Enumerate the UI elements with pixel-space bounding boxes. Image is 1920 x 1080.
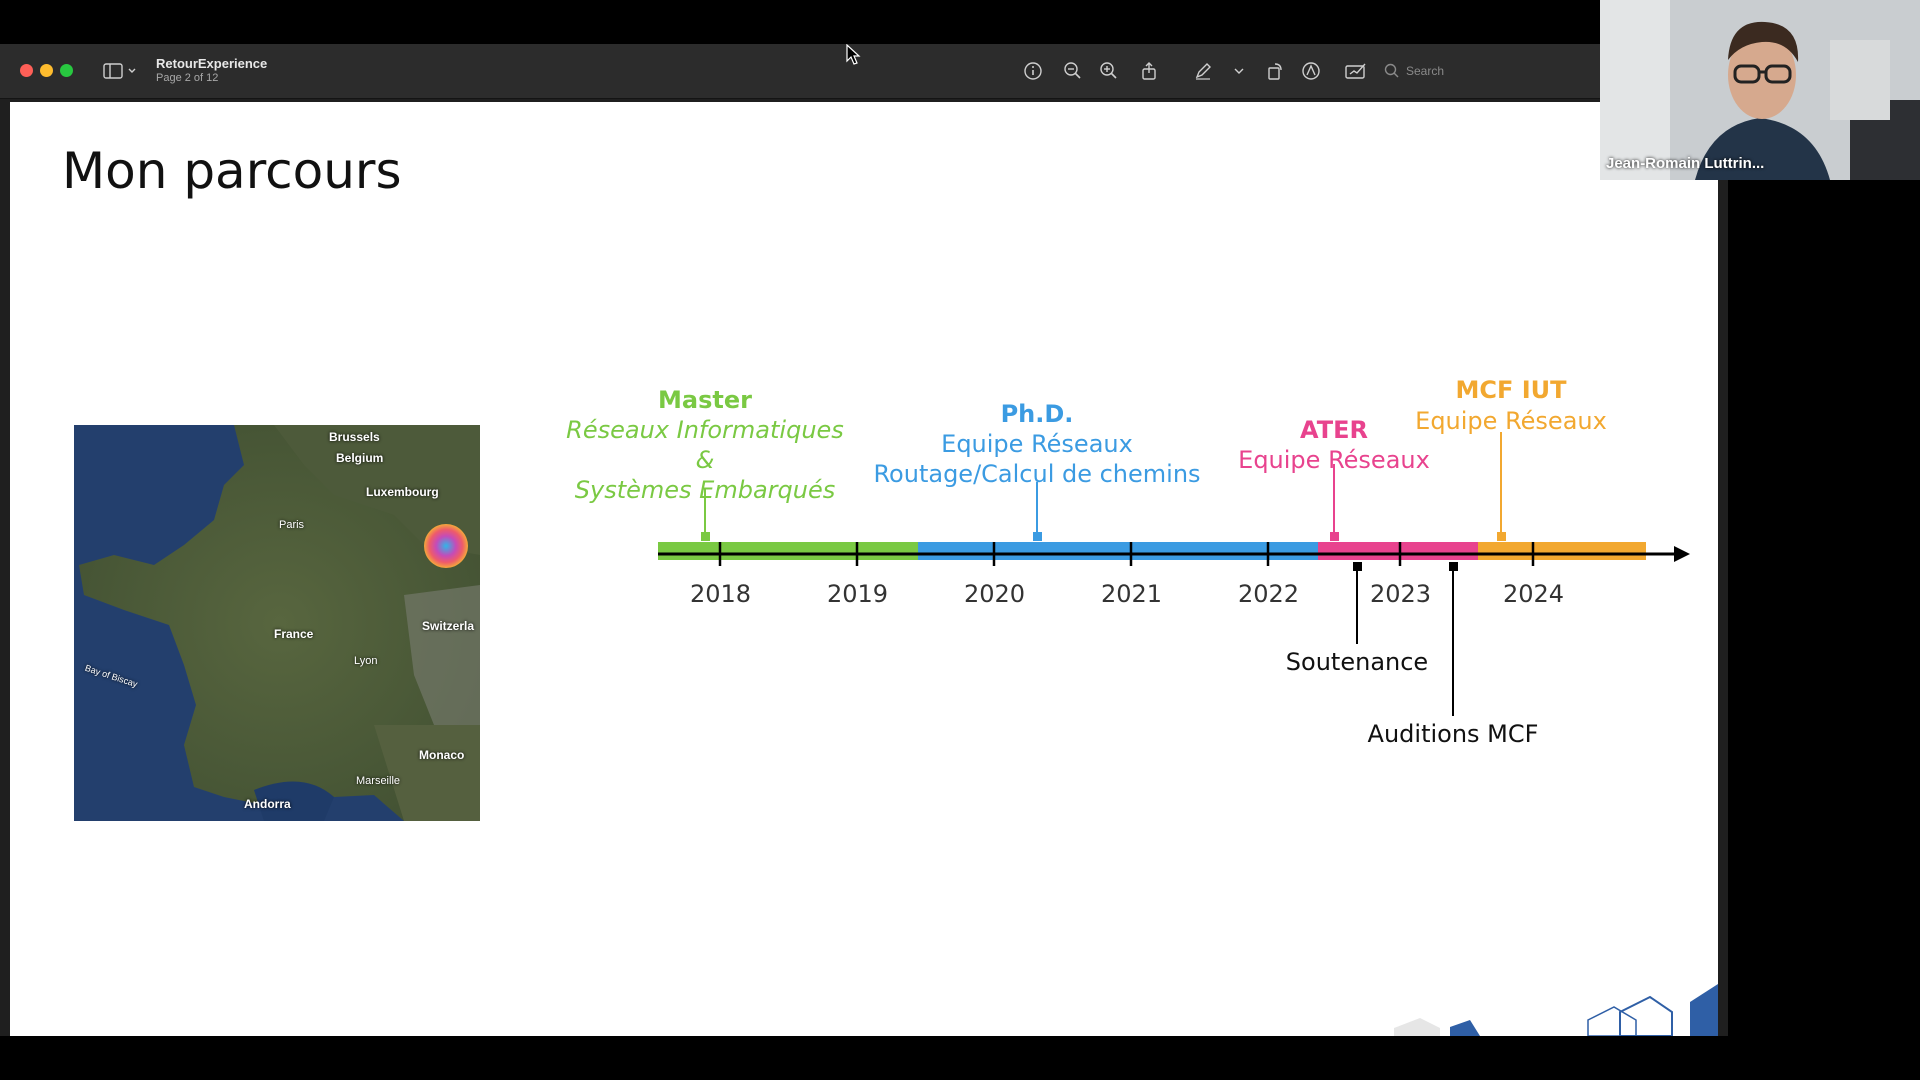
info-icon bbox=[1024, 62, 1042, 80]
close-window-button[interactable] bbox=[20, 64, 33, 77]
decorative-hexagons bbox=[1394, 984, 1718, 1036]
zoom-out-icon bbox=[1064, 62, 1081, 79]
search-field[interactable]: Search bbox=[1384, 59, 1524, 83]
maximize-window-button[interactable] bbox=[60, 64, 73, 77]
participant-video-feed bbox=[1600, 0, 1920, 180]
year-label-2020: 2020 bbox=[964, 580, 1026, 608]
mouse-cursor-icon bbox=[846, 44, 861, 65]
window-titlebar: RetourExperience Page 2 of 12 Search bbox=[0, 44, 1728, 99]
year-label-2023: 2023 bbox=[1370, 580, 1432, 608]
auditions-label: Auditions MCF bbox=[1367, 720, 1539, 748]
mcf-line-1: Equipe Réseaux bbox=[1415, 407, 1607, 435]
zoom-in-button[interactable] bbox=[1098, 60, 1120, 82]
master-title: Master bbox=[658, 386, 752, 414]
participant-name: Jean-Romain Luttrin... bbox=[1606, 155, 1765, 172]
soutenance-label: Soutenance bbox=[1285, 648, 1429, 676]
phd-title: Ph.D. bbox=[1000, 400, 1074, 428]
form-fill-button[interactable] bbox=[1344, 60, 1366, 82]
info-button[interactable] bbox=[1022, 60, 1044, 82]
preview-window: RetourExperience Page 2 of 12 Search Mon… bbox=[0, 44, 1728, 1036]
share-icon bbox=[1142, 62, 1156, 80]
mcf-title: MCF IUT bbox=[1455, 376, 1567, 404]
mcf-marker bbox=[1497, 532, 1506, 541]
markup-pen-button[interactable] bbox=[1192, 60, 1214, 82]
year-label-2018: 2018 bbox=[690, 580, 752, 608]
phd-line-1: Equipe Réseaux bbox=[941, 430, 1133, 458]
page-indicator: Page 2 of 12 bbox=[156, 72, 219, 84]
timeline-graphic bbox=[658, 432, 1718, 1036]
sidebar-icon bbox=[103, 63, 136, 79]
year-label-2024: 2024 bbox=[1503, 580, 1565, 608]
form-icon bbox=[1345, 63, 1366, 79]
slide-page: Mon parcours Brussels Belgium Luxembourg… bbox=[10, 102, 1718, 1036]
search-placeholder: Search bbox=[1406, 64, 1445, 78]
timeline-arrowhead bbox=[1674, 546, 1690, 562]
year-label-2022: 2022 bbox=[1238, 580, 1300, 608]
timeline-segment-phd bbox=[918, 542, 1318, 560]
master-line-3: Systèmes Embarqués bbox=[574, 476, 836, 504]
master-line-2: & bbox=[695, 446, 715, 474]
year-label-2021: 2021 bbox=[1101, 580, 1163, 608]
timeline-segment-master bbox=[658, 542, 918, 560]
sidebar-toggle-button[interactable] bbox=[102, 60, 142, 82]
annotate-icon bbox=[1302, 62, 1320, 80]
search-icon bbox=[1384, 63, 1399, 78]
document-title: RetourExperience bbox=[156, 56, 268, 71]
year-label-2019: 2019 bbox=[827, 580, 889, 608]
zoom-out-button[interactable] bbox=[1062, 60, 1084, 82]
timeline-segment-mcf bbox=[1478, 542, 1646, 560]
pen-icon bbox=[1195, 63, 1211, 80]
zoom-in-icon bbox=[1100, 62, 1117, 79]
share-button[interactable] bbox=[1138, 60, 1160, 82]
master-line-1: Réseaux Informatiques bbox=[566, 416, 844, 444]
ater-marker bbox=[1330, 532, 1339, 541]
rotate-icon bbox=[1268, 63, 1282, 80]
phd-line-2: Routage/Calcul de chemins bbox=[873, 460, 1201, 488]
participant-video-tile[interactable]: Jean-Romain Luttrin... bbox=[1600, 0, 1920, 180]
minimize-window-button[interactable] bbox=[40, 64, 53, 77]
rotate-button[interactable] bbox=[1264, 60, 1286, 82]
chevron-down-icon bbox=[1234, 68, 1244, 74]
timeline-segment-ater bbox=[1318, 542, 1478, 560]
highlight-button[interactable] bbox=[1300, 60, 1322, 82]
phd-marker bbox=[1033, 532, 1042, 541]
markup-options-button[interactable] bbox=[1228, 60, 1250, 82]
ater-line-1: Equipe Réseaux bbox=[1238, 446, 1430, 474]
master-marker bbox=[701, 532, 710, 541]
